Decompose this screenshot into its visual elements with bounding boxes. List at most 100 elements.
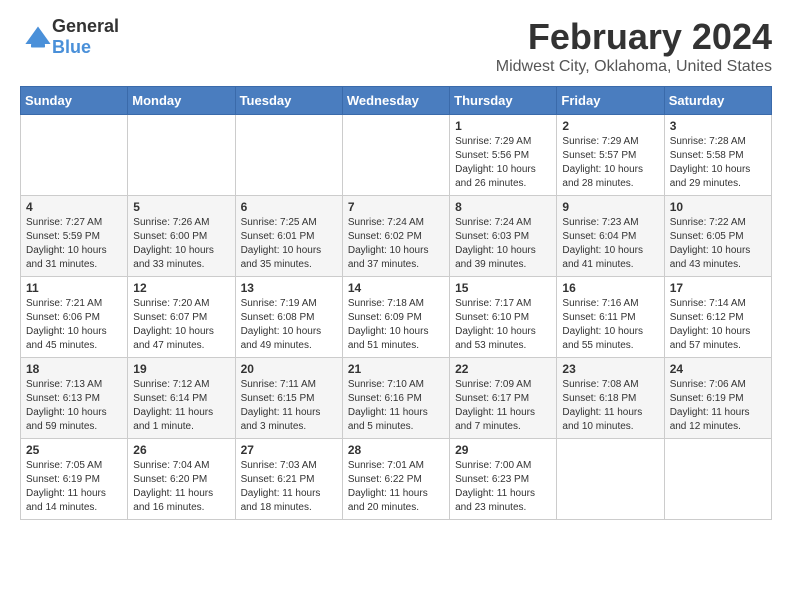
calendar-day-cell: 19 Sunrise: 7:12 AMSunset: 6:14 PMDayligh… — [128, 358, 235, 439]
day-info: Sunrise: 7:13 AMSunset: 6:13 PMDaylight:… — [26, 378, 122, 434]
calendar-header-cell: Monday — [128, 87, 235, 115]
day-info: Sunrise: 7:29 AMSunset: 5:56 PMDaylight:… — [455, 135, 551, 191]
day-number: 5 — [133, 200, 229, 214]
calendar-day-cell: 3Sunrise: 7:28 AMSunset: 5:58 PMDaylight… — [664, 115, 771, 196]
day-info: Sunrise: 7:03 AMSunset: 6:21 PMDaylight:… — [241, 459, 337, 515]
calendar-week-row: 25 Sunrise: 7:05 AMSunset: 6:19 PMDayligh… — [21, 439, 772, 520]
calendar-day-cell — [664, 439, 771, 520]
day-info: Sunrise: 7:11 AMSunset: 6:15 PMDaylight:… — [241, 378, 337, 434]
day-number: 4 — [26, 200, 122, 214]
day-number: 8 — [455, 200, 551, 214]
day-info: Sunrise: 7:22 AMSunset: 6:05 PMDaylight:… — [670, 216, 766, 272]
calendar-day-cell: 9 Sunrise: 7:23 AMSunset: 6:04 PMDaylight… — [557, 196, 664, 277]
day-number: 20 — [241, 362, 337, 376]
calendar-header-cell: Thursday — [450, 87, 557, 115]
day-info: Sunrise: 7:00 AMSunset: 6:23 PMDaylight:… — [455, 459, 551, 515]
calendar-day-cell: 10 Sunrise: 7:22 AMSunset: 6:05 PMDayligh… — [664, 196, 771, 277]
day-number: 11 — [26, 281, 122, 295]
day-number: 13 — [241, 281, 337, 295]
day-info: Sunrise: 7:21 AMSunset: 6:06 PMDaylight:… — [26, 297, 122, 353]
day-number: 23 — [562, 362, 658, 376]
logo-icon — [24, 23, 52, 51]
calendar-day-cell: 4Sunrise: 7:27 AMSunset: 5:59 PMDaylight… — [21, 196, 128, 277]
main-title: February 2024 — [496, 16, 772, 58]
day-number: 6 — [241, 200, 337, 214]
calendar-body: 1 Sunrise: 7:29 AMSunset: 5:56 PMDaylight… — [21, 115, 772, 520]
day-info: Sunrise: 7:26 AMSunset: 6:00 PMDaylight:… — [133, 216, 229, 272]
day-number: 24 — [670, 362, 766, 376]
calendar-day-cell: 26 Sunrise: 7:04 AMSunset: 6:20 PMDayligh… — [128, 439, 235, 520]
calendar-week-row: 1 Sunrise: 7:29 AMSunset: 5:56 PMDaylight… — [21, 115, 772, 196]
day-info: Sunrise: 7:18 AMSunset: 6:09 PMDaylight:… — [348, 297, 444, 353]
day-info: Sunrise: 7:10 AMSunset: 6:16 PMDaylight:… — [348, 378, 444, 434]
day-number: 21 — [348, 362, 444, 376]
calendar-day-cell — [557, 439, 664, 520]
day-number: 2 — [562, 119, 658, 133]
calendar-day-cell: 24 Sunrise: 7:06 AMSunset: 6:19 PMDayligh… — [664, 358, 771, 439]
day-number: 16 — [562, 281, 658, 295]
calendar-day-cell: 25 Sunrise: 7:05 AMSunset: 6:19 PMDayligh… — [21, 439, 128, 520]
calendar-week-row: 18 Sunrise: 7:13 AMSunset: 6:13 PMDayligh… — [21, 358, 772, 439]
calendar-day-cell: 18 Sunrise: 7:13 AMSunset: 6:13 PMDayligh… — [21, 358, 128, 439]
day-number: 1 — [455, 119, 551, 133]
logo-general: General — [52, 16, 119, 36]
calendar-day-cell — [342, 115, 449, 196]
day-info: Sunrise: 7:25 AMSunset: 6:01 PMDaylight:… — [241, 216, 337, 272]
day-number: 28 — [348, 443, 444, 457]
calendar-day-cell — [21, 115, 128, 196]
calendar-week-row: 4Sunrise: 7:27 AMSunset: 5:59 PMDaylight… — [21, 196, 772, 277]
day-number: 12 — [133, 281, 229, 295]
subtitle: Midwest City, Oklahoma, United States — [496, 58, 772, 76]
calendar-day-cell: 28 Sunrise: 7:01 AMSunset: 6:22 PMDayligh… — [342, 439, 449, 520]
calendar-day-cell: 22 Sunrise: 7:09 AMSunset: 6:17 PMDayligh… — [450, 358, 557, 439]
day-info: Sunrise: 7:24 AMSunset: 6:03 PMDaylight:… — [455, 216, 551, 272]
calendar-day-cell: 13 Sunrise: 7:19 AMSunset: 6:08 PMDayligh… — [235, 277, 342, 358]
day-number: 17 — [670, 281, 766, 295]
day-info: Sunrise: 7:29 AMSunset: 5:57 PMDaylight:… — [562, 135, 658, 191]
calendar-day-cell: 6 Sunrise: 7:25 AMSunset: 6:01 PMDaylight… — [235, 196, 342, 277]
day-number: 7 — [348, 200, 444, 214]
calendar-header-row: SundayMondayTuesdayWednesdayThursdayFrid… — [21, 87, 772, 115]
day-number: 25 — [26, 443, 122, 457]
day-info: Sunrise: 7:14 AMSunset: 6:12 PMDaylight:… — [670, 297, 766, 353]
calendar-day-cell: 21 Sunrise: 7:10 AMSunset: 6:16 PMDayligh… — [342, 358, 449, 439]
calendar-header-cell: Sunday — [21, 87, 128, 115]
header: General Blue February 2024 Midwest City,… — [20, 16, 772, 76]
day-info: Sunrise: 7:19 AMSunset: 6:08 PMDaylight:… — [241, 297, 337, 353]
day-number: 19 — [133, 362, 229, 376]
day-info: Sunrise: 7:08 AMSunset: 6:18 PMDaylight:… — [562, 378, 658, 434]
day-info: Sunrise: 7:06 AMSunset: 6:19 PMDaylight:… — [670, 378, 766, 434]
day-info: Sunrise: 7:05 AMSunset: 6:19 PMDaylight:… — [26, 459, 122, 515]
day-info: Sunrise: 7:28 AMSunset: 5:58 PMDaylight:… — [670, 135, 766, 191]
calendar-header-cell: Saturday — [664, 87, 771, 115]
calendar-day-cell: 14 Sunrise: 7:18 AMSunset: 6:09 PMDayligh… — [342, 277, 449, 358]
calendar-day-cell: 27 Sunrise: 7:03 AMSunset: 6:21 PMDayligh… — [235, 439, 342, 520]
day-info: Sunrise: 7:23 AMSunset: 6:04 PMDaylight:… — [562, 216, 658, 272]
calendar-day-cell: 2 Sunrise: 7:29 AMSunset: 5:57 PMDaylight… — [557, 115, 664, 196]
calendar-week-row: 11 Sunrise: 7:21 AMSunset: 6:06 PMDayligh… — [21, 277, 772, 358]
calendar-day-cell: 17 Sunrise: 7:14 AMSunset: 6:12 PMDayligh… — [664, 277, 771, 358]
calendar-day-cell: 11 Sunrise: 7:21 AMSunset: 6:06 PMDayligh… — [21, 277, 128, 358]
calendar-day-cell: 8 Sunrise: 7:24 AMSunset: 6:03 PMDaylight… — [450, 196, 557, 277]
day-number: 10 — [670, 200, 766, 214]
day-number: 14 — [348, 281, 444, 295]
calendar-day-cell: 23 Sunrise: 7:08 AMSunset: 6:18 PMDayligh… — [557, 358, 664, 439]
day-number: 22 — [455, 362, 551, 376]
day-info: Sunrise: 7:20 AMSunset: 6:07 PMDaylight:… — [133, 297, 229, 353]
day-info: Sunrise: 7:01 AMSunset: 6:22 PMDaylight:… — [348, 459, 444, 515]
calendar-table: SundayMondayTuesdayWednesdayThursdayFrid… — [20, 86, 772, 520]
day-number: 15 — [455, 281, 551, 295]
day-info: Sunrise: 7:04 AMSunset: 6:20 PMDaylight:… — [133, 459, 229, 515]
day-number: 27 — [241, 443, 337, 457]
day-info: Sunrise: 7:12 AMSunset: 6:14 PMDaylight:… — [133, 378, 229, 434]
calendar-day-cell: 15Sunrise: 7:17 AMSunset: 6:10 PMDayligh… — [450, 277, 557, 358]
calendar-header-cell: Wednesday — [342, 87, 449, 115]
day-number: 26 — [133, 443, 229, 457]
day-number: 29 — [455, 443, 551, 457]
day-number: 18 — [26, 362, 122, 376]
calendar-day-cell: 29 Sunrise: 7:00 AMSunset: 6:23 PMDayligh… — [450, 439, 557, 520]
day-info: Sunrise: 7:09 AMSunset: 6:17 PMDaylight:… — [455, 378, 551, 434]
day-info: Sunrise: 7:16 AMSunset: 6:11 PMDaylight:… — [562, 297, 658, 353]
calendar-day-cell — [235, 115, 342, 196]
day-number: 9 — [562, 200, 658, 214]
